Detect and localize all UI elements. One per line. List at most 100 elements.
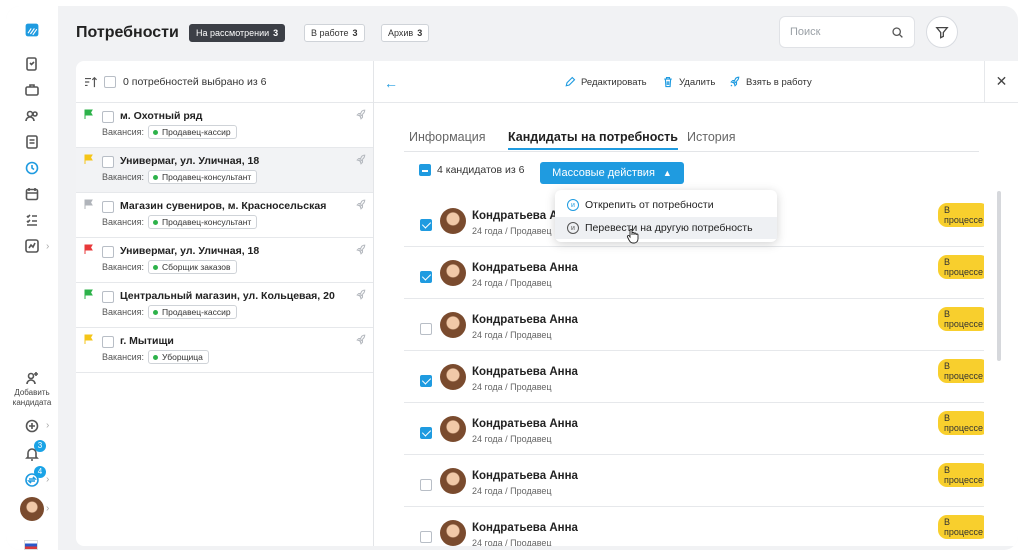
- mass-actions-button[interactable]: Массовые действия ▲: [540, 162, 684, 184]
- menu-item-label: Перевести на другую потребность: [585, 222, 753, 234]
- documents-icon[interactable]: [22, 54, 42, 74]
- vacancy-line: Вакансия: Продавец-консультант: [102, 215, 258, 229]
- candidate-name[interactable]: Кондратьева Анна: [472, 366, 578, 378]
- scrollbar[interactable]: [997, 191, 1001, 361]
- candidate-meta: 24 года / Продавец: [472, 486, 552, 496]
- menu-item-detach[interactable]: и Открепить от потребности: [555, 194, 777, 216]
- add-circle-icon[interactable]: [22, 416, 42, 436]
- candidate-checkbox[interactable]: [420, 375, 432, 387]
- candidate-name[interactable]: Кондратьева Анна: [472, 470, 578, 482]
- back-arrow-icon[interactable]: ←: [384, 75, 398, 91]
- status-dot: [153, 174, 159, 180]
- rocket-icon[interactable]: [355, 289, 367, 301]
- checklist-icon[interactable]: [22, 210, 42, 230]
- vacancy-label: Вакансия:: [102, 127, 145, 137]
- avatar: [440, 208, 466, 234]
- users-icon[interactable]: [22, 106, 42, 126]
- delete-button[interactable]: Удалить: [662, 76, 715, 88]
- rocket-icon[interactable]: [355, 334, 367, 346]
- needs-list: 0 потребностей выбрано из 6 м. Охотный р…: [76, 61, 374, 546]
- analytics-icon[interactable]: [22, 236, 42, 256]
- sort-icon[interactable]: [84, 76, 98, 88]
- edit-button[interactable]: Редактировать: [564, 76, 647, 88]
- vacancy-line: Вакансия: Продавец-консультант: [102, 170, 258, 184]
- status-badge: В процессе: [938, 255, 984, 279]
- need-checkbox[interactable]: [102, 291, 114, 303]
- info-circle-icon: и: [567, 222, 579, 234]
- search-input[interactable]: Поиск: [779, 16, 915, 48]
- candidate-checkbox[interactable]: [420, 479, 432, 491]
- status-badge: В процессе: [938, 307, 984, 331]
- menu-item-label: Открепить от потребности: [585, 199, 714, 211]
- candidate-meta: 24 года / Продавец: [472, 278, 552, 288]
- vacancy-name: Продавец-консультант: [162, 172, 252, 182]
- need-checkbox[interactable]: [102, 156, 114, 168]
- delete-label: Удалить: [679, 76, 716, 88]
- calendar-icon[interactable]: [22, 184, 42, 204]
- candidate-checkbox[interactable]: [420, 323, 432, 335]
- candidate-checkbox[interactable]: [420, 427, 432, 439]
- tab-candidates[interactable]: Кандидаты на потребность: [508, 130, 678, 150]
- select-all-candidates-checkbox[interactable]: [419, 164, 431, 176]
- logo-icon[interactable]: [22, 20, 42, 40]
- tab-info[interactable]: Информация: [409, 130, 486, 144]
- status-badge: В процессе: [938, 203, 984, 227]
- table-row[interactable]: Кондратьева Анна 24 года / Продавец В проц…: [404, 351, 984, 403]
- vacancy-chip[interactable]: Продавец-консультант: [148, 170, 258, 184]
- add-user-icon[interactable]: [22, 368, 42, 388]
- language-flag-icon[interactable]: [24, 540, 38, 550]
- need-checkbox[interactable]: [102, 246, 114, 258]
- candidate-checkbox[interactable]: [420, 271, 432, 283]
- list-item[interactable]: Центральный магазин, ул. Кольцевая, 20 Ва…: [76, 283, 373, 328]
- status-badge: В процессе: [938, 515, 984, 539]
- chevron-right-icon: ›: [46, 503, 50, 514]
- vacancy-chip[interactable]: Уборщица: [148, 350, 209, 364]
- briefcase-icon[interactable]: [22, 80, 42, 100]
- menu-item-transfer[interactable]: и Перевести на другую потребность: [555, 217, 777, 239]
- form-icon[interactable]: [22, 132, 42, 152]
- flag-icon: [84, 244, 93, 254]
- tab-in-work[interactable]: В работе 3: [304, 24, 365, 42]
- vacancy-name: Продавец-консультант: [162, 217, 252, 227]
- list-item[interactable]: г. Мытищи Вакансия: Уборщица: [76, 328, 373, 373]
- bell-icon[interactable]: 3: [22, 440, 46, 464]
- candidate-name[interactable]: Кондратьева Анна: [472, 314, 578, 326]
- need-checkbox[interactable]: [102, 201, 114, 213]
- tab-history[interactable]: История: [687, 130, 735, 144]
- candidate-name[interactable]: Кондратьева Анна: [472, 262, 578, 274]
- select-all-checkbox[interactable]: [104, 75, 116, 88]
- rocket-icon[interactable]: [355, 109, 367, 121]
- candidate-checkbox[interactable]: [420, 219, 432, 231]
- list-item[interactable]: Магазин сувениров, м. Красносельская Вака…: [76, 193, 373, 238]
- rocket-icon[interactable]: [355, 154, 367, 166]
- need-checkbox[interactable]: [102, 336, 114, 348]
- needs-icon[interactable]: [22, 158, 42, 178]
- table-row[interactable]: Кондратьева Анна 24 года / Продавец В проц…: [404, 403, 984, 455]
- candidate-name[interactable]: Кондратьева Анна: [472, 522, 578, 534]
- vacancy-chip[interactable]: Продавец-консультант: [148, 215, 258, 229]
- list-item[interactable]: Универмаг, ул. Уличная, 18 Вакансия: Прода…: [76, 148, 373, 193]
- table-row[interactable]: Кондратьева Анна 24 года / Продавец В проц…: [404, 507, 984, 546]
- rocket-icon[interactable]: [355, 199, 367, 211]
- table-row[interactable]: Кондратьева Анна 24 года / Продавец В проц…: [404, 455, 984, 507]
- avatar[interactable]: [20, 497, 44, 521]
- table-row[interactable]: Кондратьева Анна 24 года / Продавец В проц…: [404, 247, 984, 299]
- list-item[interactable]: Универмаг, ул. Уличная, 18 Вакансия: Сборщ…: [76, 238, 373, 283]
- vacancy-chip[interactable]: Продавец-кассир: [148, 305, 237, 319]
- candidate-name[interactable]: Кондратьева Анна: [472, 418, 578, 430]
- list-item[interactable]: м. Охотный ряд Вакансия: Продавец-кассир: [76, 103, 373, 148]
- take-to-work-button[interactable]: Взять в работу: [729, 76, 812, 88]
- vacancy-label: Вакансия:: [102, 307, 145, 317]
- candidate-checkbox[interactable]: [420, 531, 432, 543]
- close-button[interactable]: ✕: [984, 61, 1018, 103]
- filter-button[interactable]: [926, 16, 958, 48]
- transfer-icon[interactable]: 4: [22, 466, 46, 490]
- add-candidate-label[interactable]: Добавить кандидата: [8, 388, 56, 408]
- tab-review[interactable]: На рассмотрении 3: [189, 24, 286, 42]
- need-checkbox[interactable]: [102, 111, 114, 123]
- tab-archive[interactable]: Архив 3: [381, 24, 430, 42]
- vacancy-chip[interactable]: Сборщик заказов: [148, 260, 237, 274]
- rocket-icon[interactable]: [355, 244, 367, 256]
- vacancy-chip[interactable]: Продавец-кассир: [148, 125, 237, 139]
- table-row[interactable]: Кондратьева Анна 24 года / Продавец В проц…: [404, 299, 984, 351]
